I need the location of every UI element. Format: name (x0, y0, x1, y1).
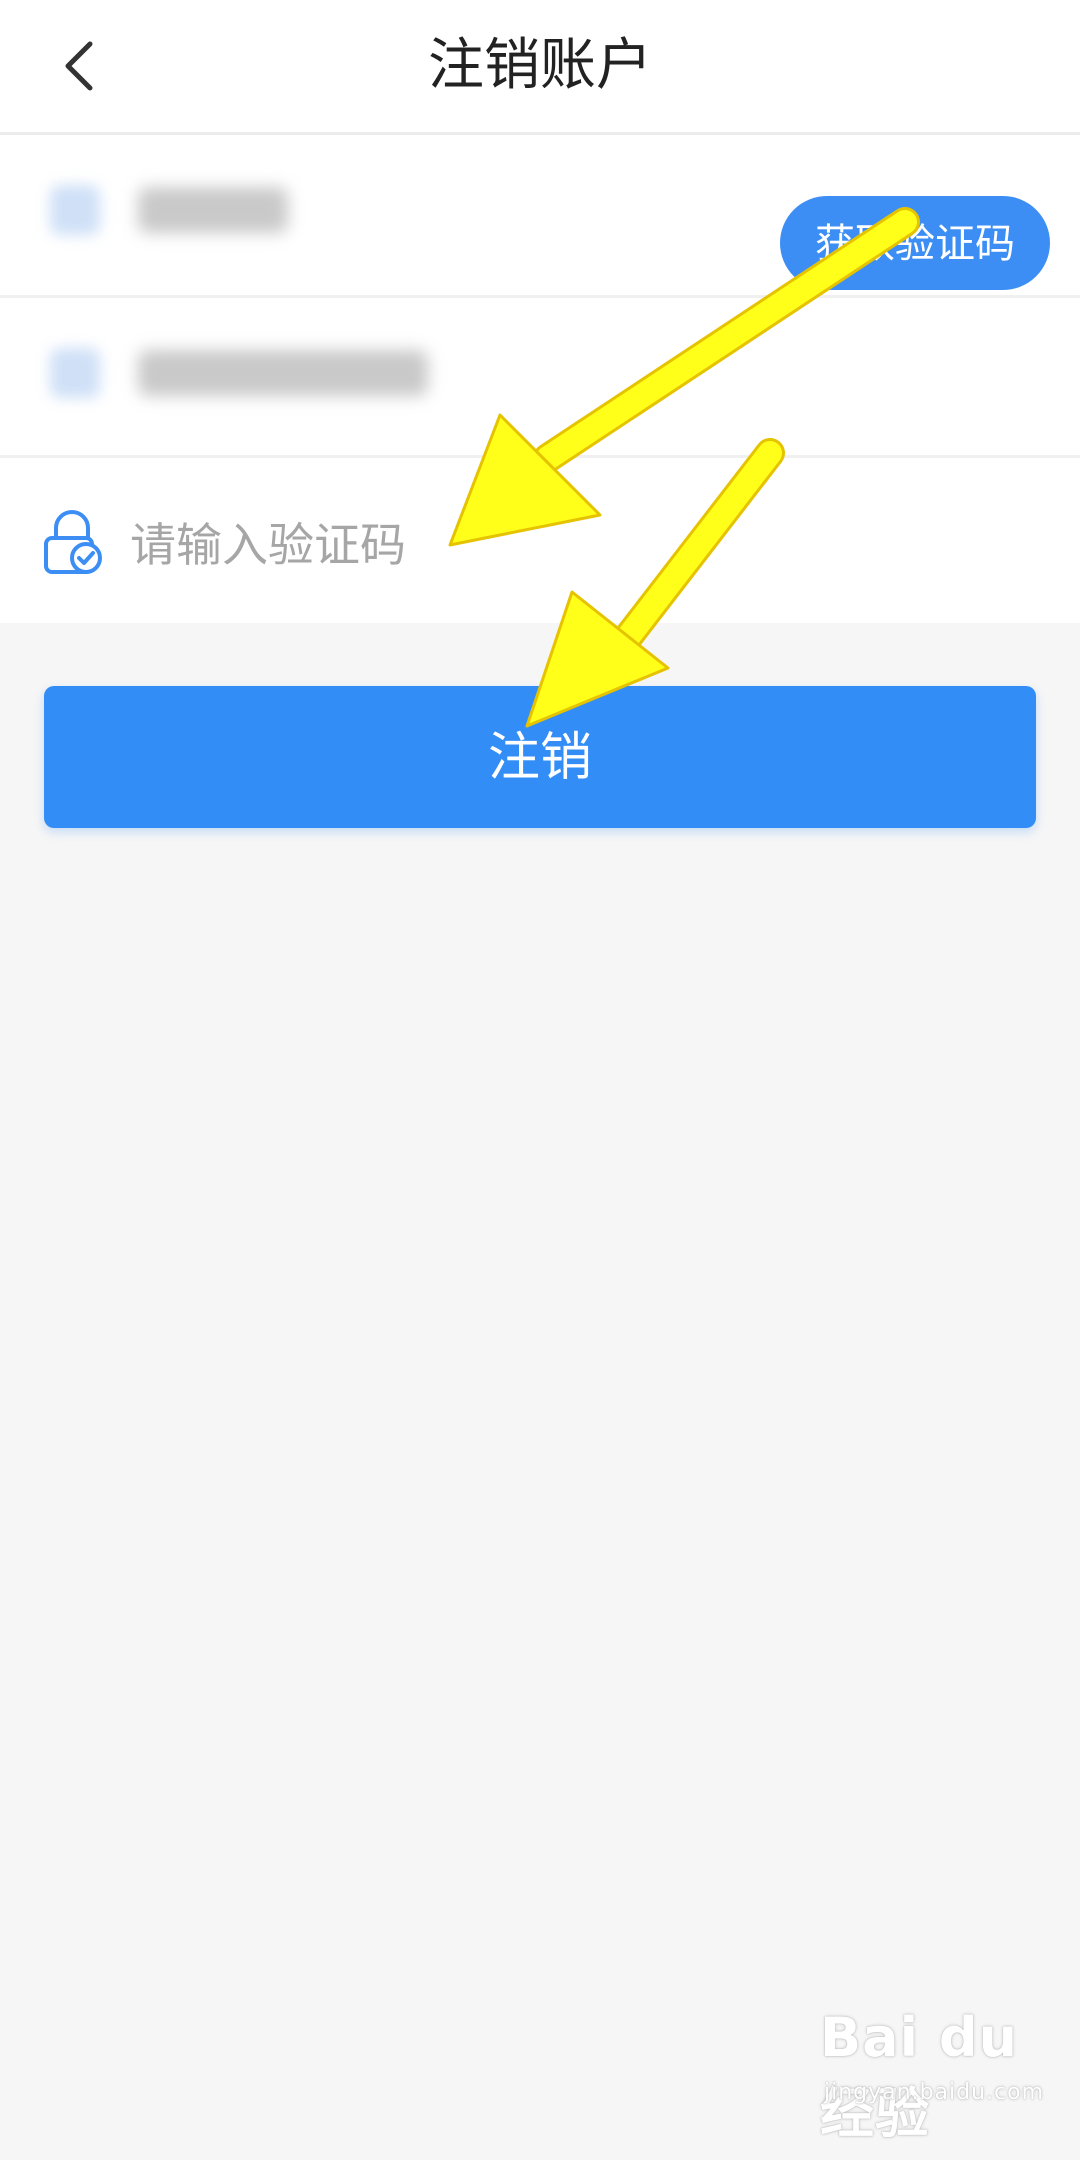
baidu-jingyan-watermark: Bai du 经验 jingyan.baidu.com (820, 2000, 1070, 2145)
phone-row (0, 298, 1080, 458)
phone-value-blurred (138, 350, 428, 396)
username-value-blurred (138, 187, 288, 233)
lock-check-icon (44, 510, 102, 574)
navigation-bar: 注销账户 (0, 0, 1080, 135)
watermark-logo: Bai du 经验 (820, 2006, 1019, 2145)
watermark-url: jingyan.baidu.com (824, 2080, 1045, 2105)
deregister-button[interactable]: 注销 (44, 686, 1036, 828)
page-title: 注销账户 (428, 33, 652, 98)
get-code-button[interactable]: 获取验证码 (780, 196, 1050, 290)
user-icon (50, 185, 100, 235)
phone-icon (50, 348, 100, 398)
verification-code-input[interactable] (130, 500, 730, 590)
